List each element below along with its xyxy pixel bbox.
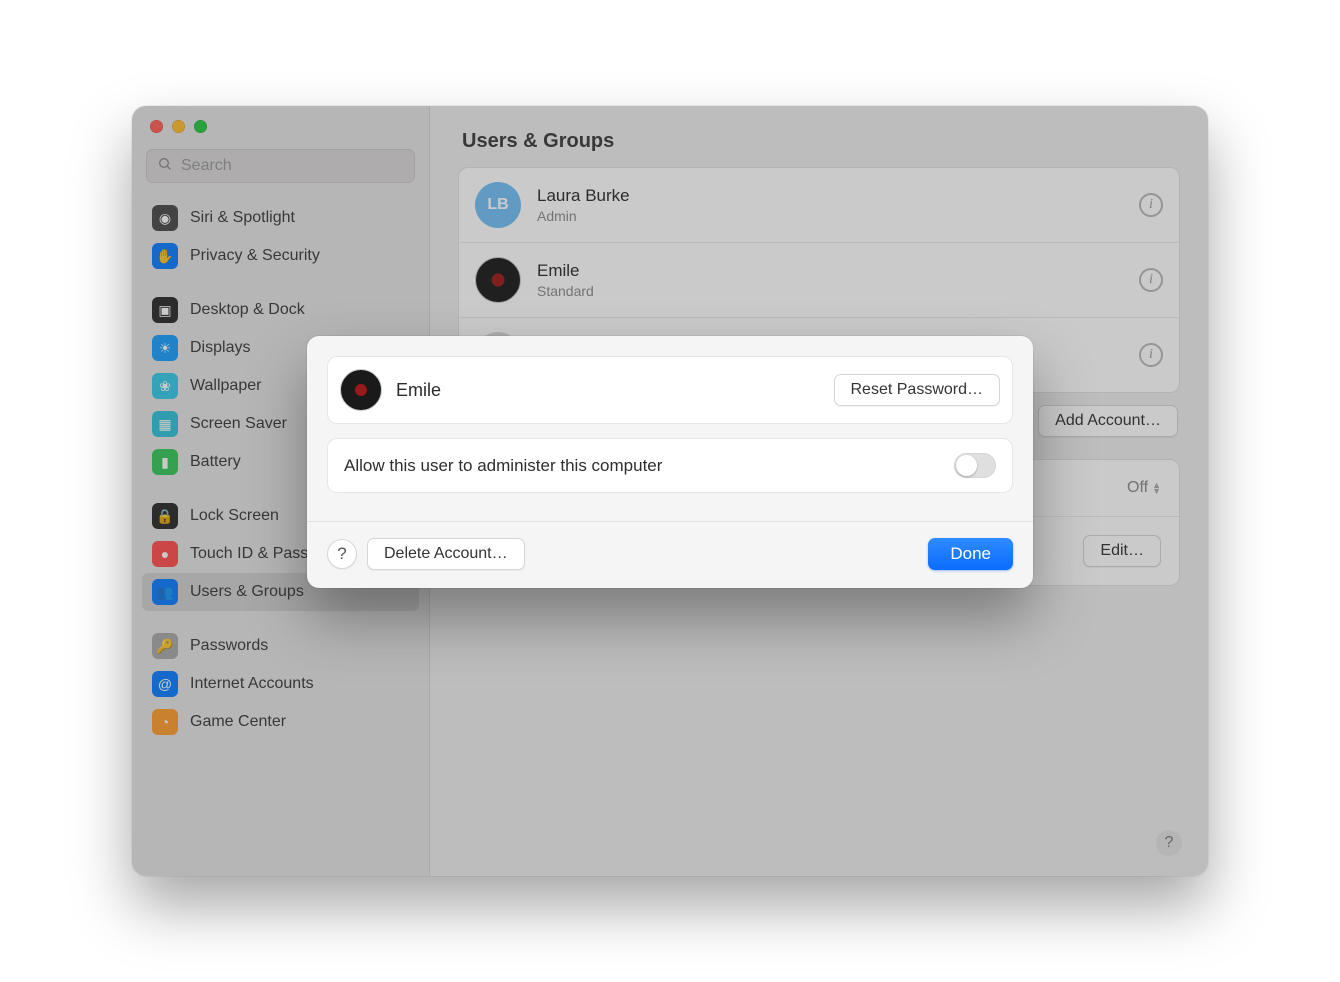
reset-password-button[interactable]: Reset Password… — [834, 374, 1001, 406]
sheet-user-header: Emile Reset Password… — [327, 356, 1013, 424]
modal-sheet-container: Emile Reset Password… Allow this user to… — [132, 106, 1208, 876]
admin-toggle[interactable] — [954, 453, 996, 478]
help-icon[interactable]: ? — [327, 539, 357, 569]
sheet-user-name: Emile — [396, 380, 441, 401]
admin-toggle-row: Allow this user to administer this compu… — [327, 438, 1013, 493]
delete-account-button[interactable]: Delete Account… — [367, 538, 525, 570]
admin-toggle-label: Allow this user to administer this compu… — [344, 456, 662, 476]
user-detail-sheet: Emile Reset Password… Allow this user to… — [307, 336, 1033, 588]
settings-window: ◉Siri & Spotlight✋Privacy & Security▣Des… — [132, 106, 1208, 876]
done-button[interactable]: Done — [928, 538, 1013, 570]
avatar[interactable] — [340, 369, 382, 411]
